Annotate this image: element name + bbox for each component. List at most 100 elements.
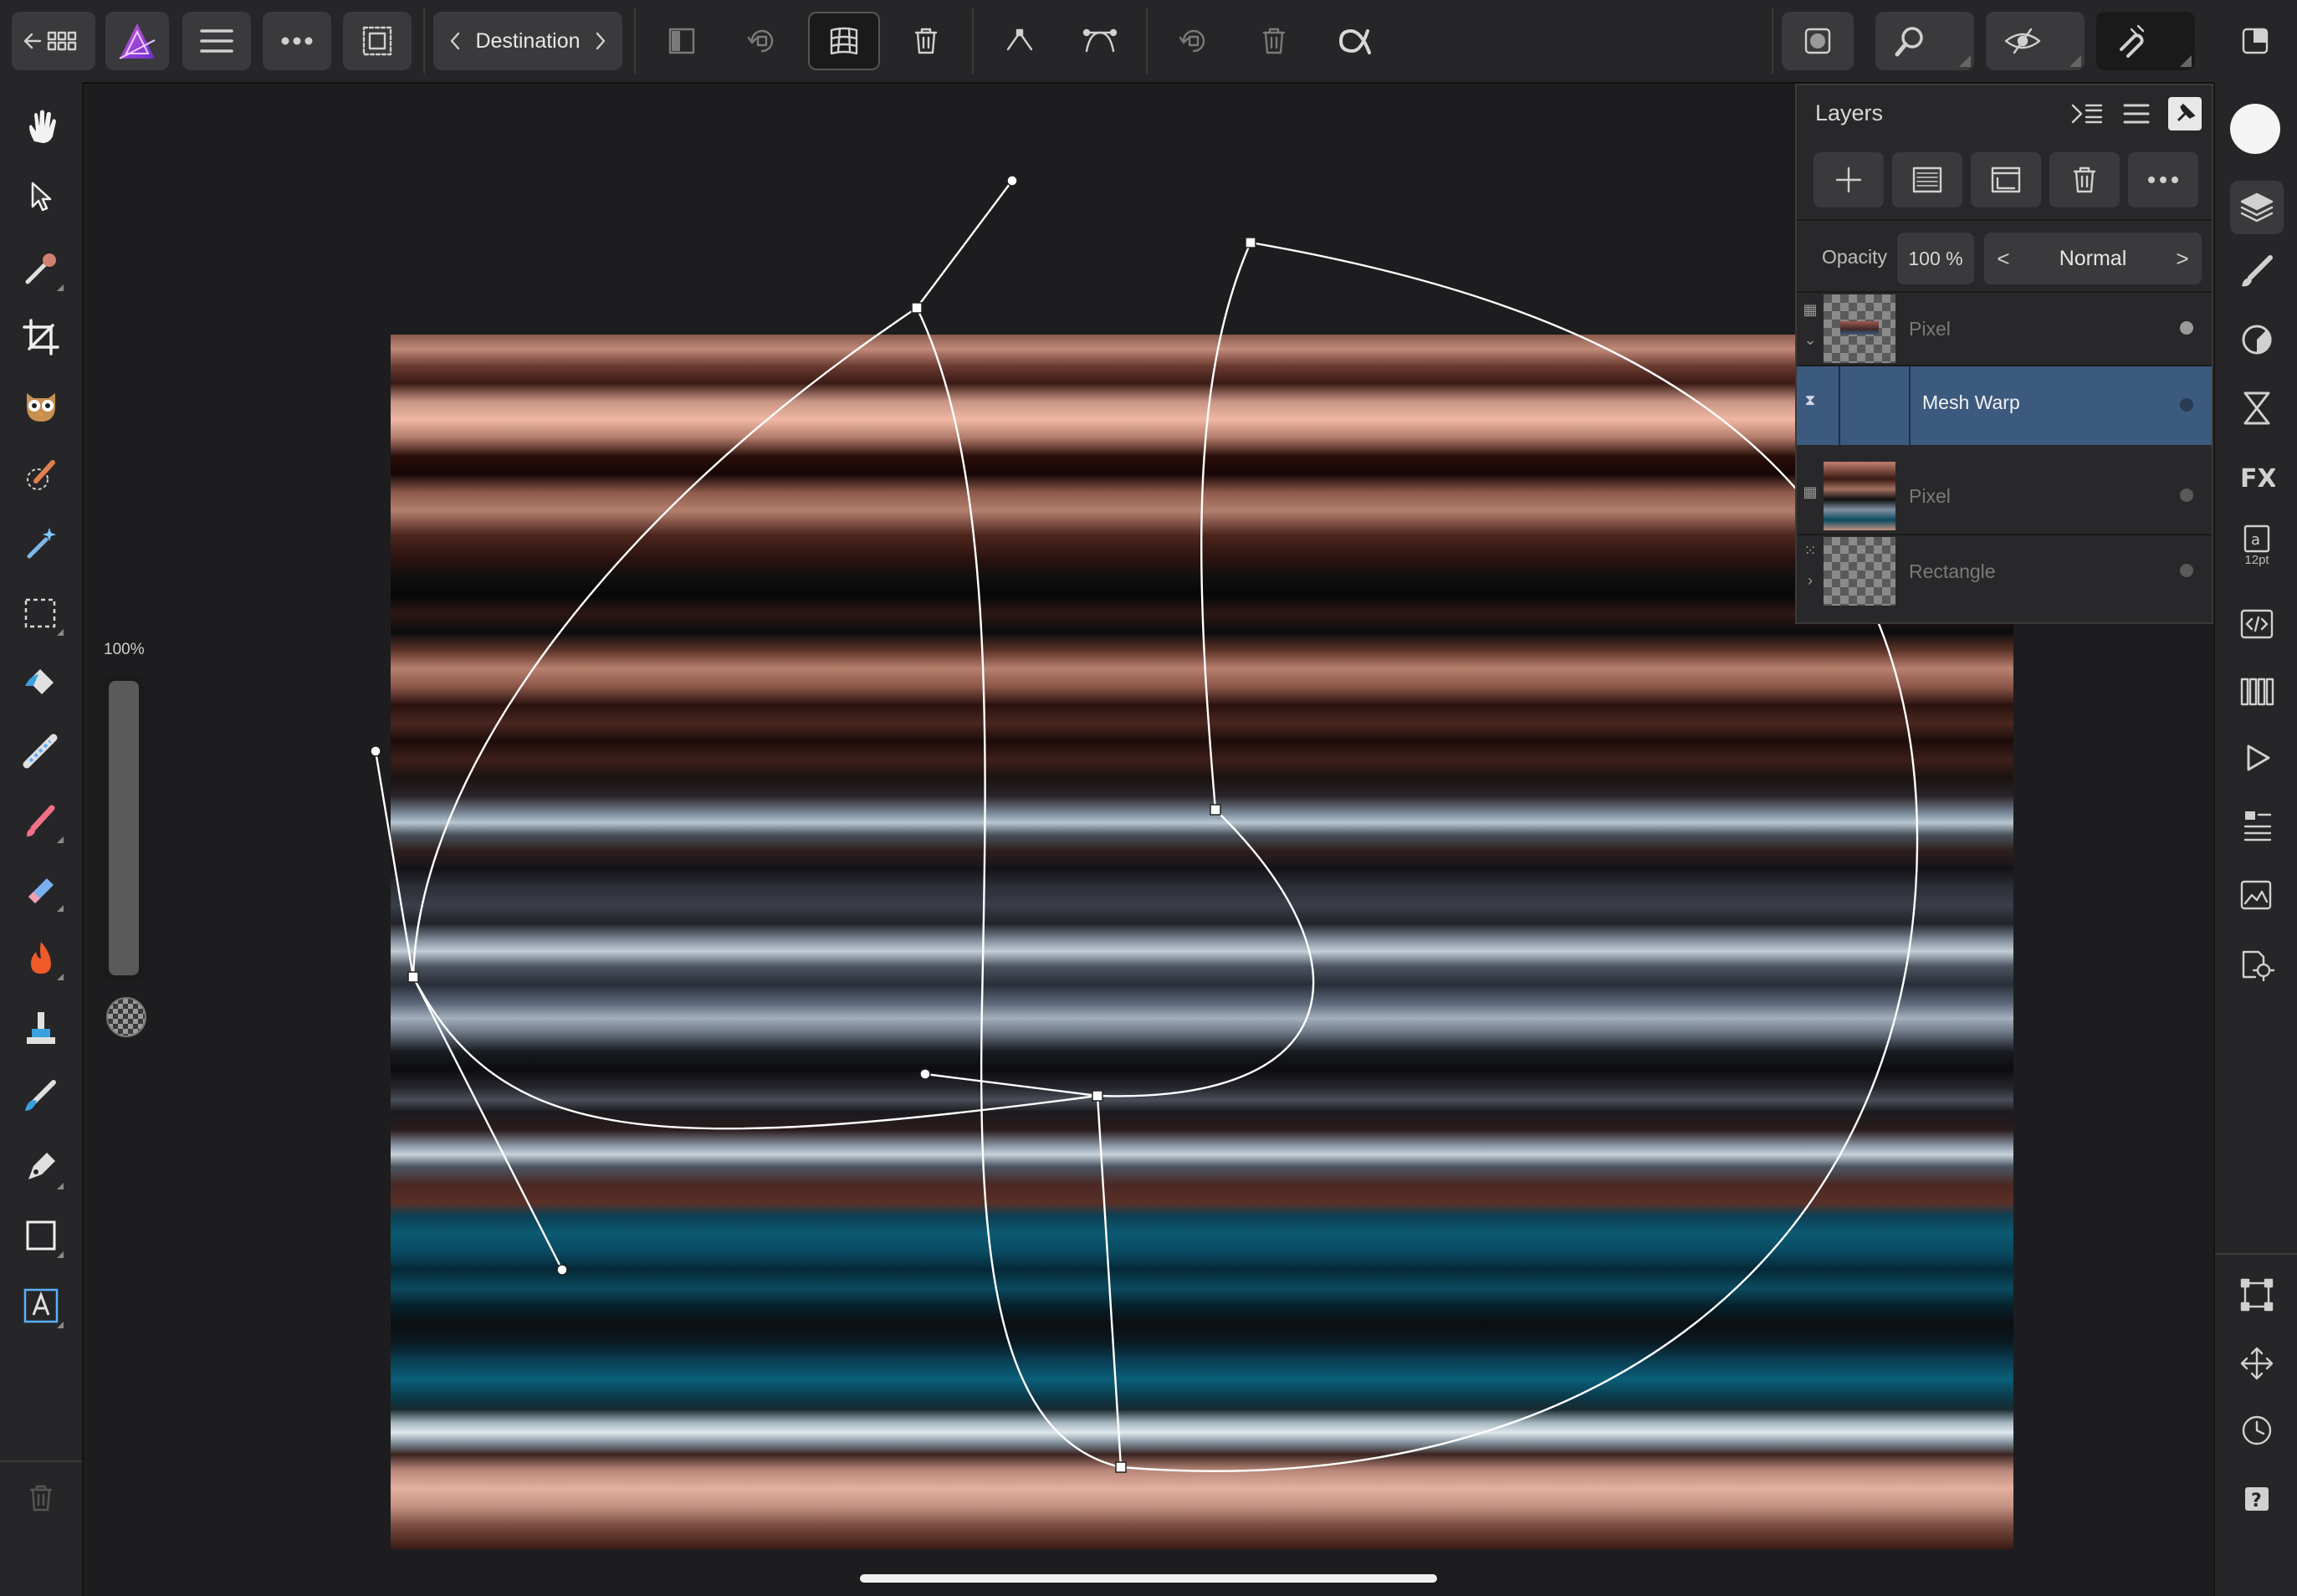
move-tool[interactable] — [17, 172, 65, 221]
navigator-studio-button[interactable] — [2233, 803, 2280, 850]
layer-row-pixel[interactable]: ▦ Pixel — [1797, 460, 2212, 532]
paint-brush-tool[interactable] — [17, 796, 65, 845]
layer-visibility-toggle[interactable] — [2180, 321, 2193, 335]
blend-mode-selector[interactable]: < Normal > — [1984, 233, 2202, 284]
fullscreen-button[interactable] — [2225, 12, 2285, 70]
color-picker-tool[interactable] — [17, 244, 65, 293]
prev-arrow-icon[interactable] — [448, 30, 462, 52]
history-studio-button[interactable] — [2233, 872, 2280, 918]
delete-tool[interactable] — [17, 1474, 65, 1522]
chevron-down-icon[interactable]: ⌄ — [1802, 331, 1819, 349]
swatches-studio-button[interactable] — [2233, 668, 2280, 714]
magic-wand-tool[interactable] — [17, 519, 65, 567]
erase-brush-tool[interactable] — [17, 865, 65, 913]
panel-menu-icon[interactable] — [2120, 99, 2153, 129]
pin-panel-button[interactable] — [2168, 97, 2202, 130]
zoom-icon — [1895, 27, 1923, 57]
clone-icon — [27, 1012, 55, 1044]
transform-studio-button[interactable] — [2233, 1271, 2280, 1318]
layer-row-rectangle[interactable]: ⁙ › Rectangle — [1797, 534, 2212, 607]
destination-switcher[interactable]: Destination — [433, 12, 622, 70]
rectangle-tool[interactable] — [17, 1211, 65, 1260]
smudge-tool[interactable] — [17, 1072, 65, 1121]
trash-button[interactable] — [1238, 12, 1310, 70]
crop-tool[interactable] — [17, 313, 65, 361]
layer-thumbnail — [1824, 537, 1895, 606]
magic-wand-icon — [27, 528, 56, 559]
clock-studio-button[interactable] — [2233, 1407, 2280, 1454]
marquee-tool[interactable] — [17, 589, 65, 637]
fx-studio-button[interactable]: FX — [2233, 453, 2280, 500]
brushes-icon — [2242, 255, 2273, 287]
layer-opacity-field[interactable]: 100 % — [1897, 233, 1974, 284]
code-studio-button[interactable] — [2233, 601, 2280, 647]
add-mask-button[interactable] — [1892, 152, 1962, 207]
layer-more-button[interactable] — [2128, 152, 2198, 207]
blend-next-button[interactable]: > — [2170, 233, 2195, 284]
snapping-button[interactable] — [2096, 12, 2195, 70]
layer-thumbnail — [1824, 294, 1895, 363]
assistant-button[interactable] — [1782, 12, 1854, 70]
more-button[interactable] — [263, 12, 331, 70]
character-studio-button[interactable]: a 12pt — [2233, 522, 2280, 569]
toolbar-separator — [423, 8, 425, 74]
pen-tool[interactable] — [17, 1143, 65, 1191]
reset-button[interactable] — [1158, 12, 1230, 70]
canvas-artwork[interactable] — [391, 335, 2013, 1549]
zoom-button[interactable] — [1875, 12, 1974, 70]
snapping-icon — [2120, 24, 2145, 58]
pin-icon — [2177, 103, 2196, 122]
chevron-right-icon[interactable]: › — [1802, 572, 1819, 590]
delete-button[interactable] — [890, 12, 962, 70]
move-handles-studio-button[interactable] — [2233, 1340, 2280, 1387]
mesh-button[interactable] — [808, 12, 880, 70]
home-indicator[interactable] — [860, 1574, 1437, 1583]
add-layer-button[interactable] — [1814, 152, 1884, 207]
rotate-button[interactable] — [726, 12, 798, 70]
panel-button[interactable] — [646, 12, 718, 70]
settings-studio-button[interactable] — [2233, 940, 2280, 987]
menu-button[interactable] — [182, 12, 251, 70]
layer-name: Mesh Warp — [1922, 391, 2020, 413]
help-studio-button[interactable]: ? — [2233, 1476, 2280, 1522]
layer-visibility-toggle[interactable] — [2180, 489, 2193, 502]
app-logo-button[interactable] — [105, 12, 169, 70]
collapse-panel-icon[interactable] — [2069, 99, 2103, 129]
burn-icon — [31, 942, 51, 974]
adjustments-studio-button[interactable] — [2233, 385, 2280, 432]
flood-fill-tool[interactable] — [17, 657, 65, 706]
play-studio-button[interactable] — [2233, 734, 2280, 781]
clone-tool[interactable] — [17, 1004, 65, 1052]
layer-row-pixel-group[interactable]: ▦ ⌄ Pixel — [1797, 291, 2212, 365]
text-tool[interactable] — [17, 1281, 65, 1330]
view-button[interactable] — [1986, 12, 2085, 70]
hand-tool[interactable] — [17, 102, 65, 151]
back-grid-button[interactable] — [12, 12, 95, 70]
group-layers-button[interactable] — [1971, 152, 2041, 207]
selection-brush-tool[interactable] — [17, 450, 65, 499]
opacity-slider[interactable] — [104, 676, 144, 980]
selection-button[interactable] — [343, 12, 412, 70]
layers-studio-button[interactable] — [2230, 181, 2284, 234]
next-arrow-icon[interactable] — [594, 30, 607, 52]
color-studio-button[interactable] — [2233, 316, 2280, 363]
transparency-chip[interactable] — [106, 997, 146, 1037]
menu-icon — [200, 29, 233, 53]
svg-text:FX: FX — [2240, 464, 2275, 494]
toolbar-separator — [1772, 8, 1773, 74]
layer-row-mesh-warp[interactable]: ⧗ Mesh Warp — [1797, 365, 2212, 445]
blend-prev-button[interactable]: < — [1991, 233, 2016, 284]
gradient-tool[interactable] — [17, 728, 65, 776]
liquify-tool[interactable] — [17, 381, 65, 430]
brushes-studio-button[interactable] — [2233, 248, 2280, 294]
corner-node-button[interactable] — [984, 12, 1056, 70]
smooth-node-button[interactable] — [1064, 12, 1136, 70]
burn-tool[interactable] — [17, 934, 65, 982]
layer-visibility-toggle[interactable] — [2180, 564, 2193, 577]
alpha-button[interactable] — [1318, 12, 1390, 70]
primary-color-well[interactable] — [2230, 104, 2280, 154]
help-icon: ? — [2245, 1487, 2269, 1512]
layer-visibility-toggle[interactable] — [2180, 398, 2193, 412]
panel-divider — [1797, 219, 2212, 221]
delete-layer-button[interactable] — [2049, 152, 2120, 207]
